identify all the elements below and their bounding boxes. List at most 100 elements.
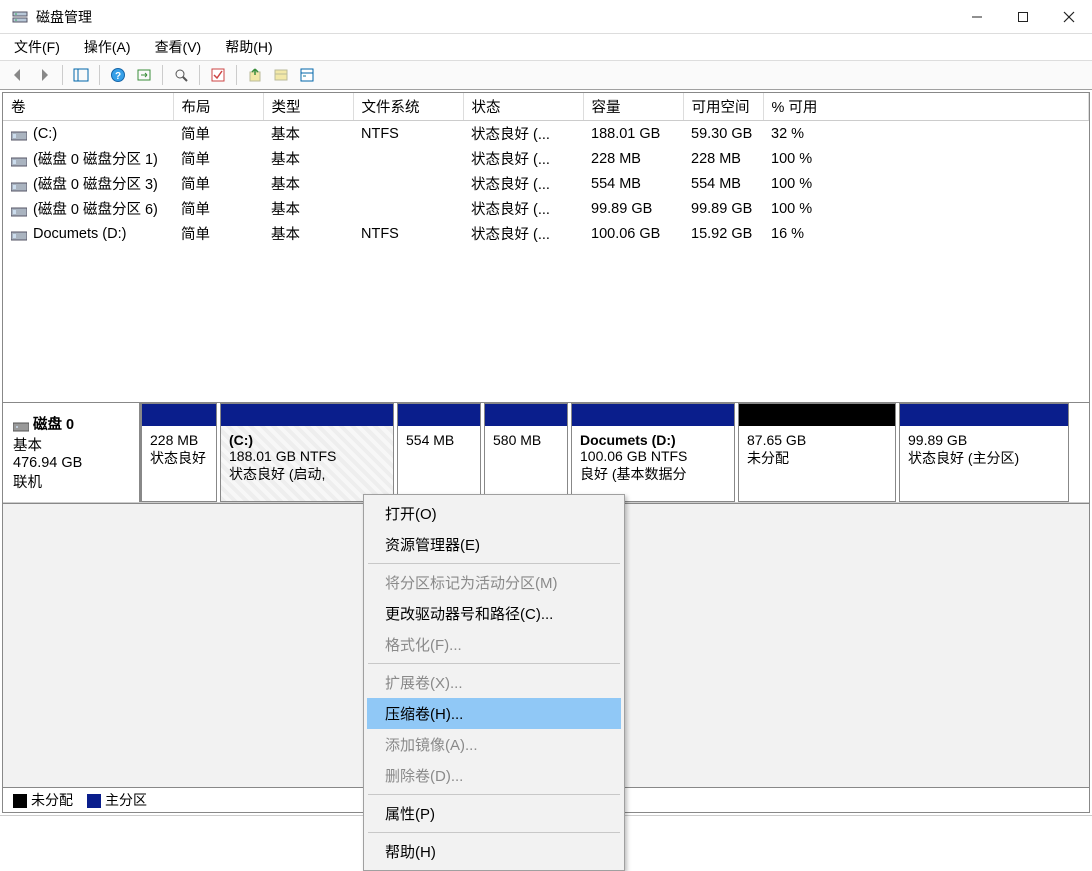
- menu-file[interactable]: 文件(F): [8, 35, 66, 59]
- partition[interactable]: Documets (D:)100.06 GB NTFS良好 (基本数据分: [571, 403, 735, 502]
- partition[interactable]: 87.65 GB未分配: [738, 403, 896, 502]
- show-tree-button[interactable]: [69, 63, 93, 87]
- cell: 状态良好 (...: [463, 146, 583, 171]
- cell: 基本: [263, 146, 353, 171]
- col-header-volume[interactable]: 卷: [3, 93, 173, 121]
- disk-map: 228 MB状态良好(C:)188.01 GB NTFS状态良好 (启动,554…: [141, 403, 1089, 502]
- cell: 99.89 GB: [683, 196, 763, 221]
- cell: 15.92 GB: [683, 221, 763, 246]
- disk-name: 磁盘 0: [33, 417, 74, 433]
- cell: 188.01 GB: [583, 121, 683, 147]
- ctx-extend: 扩展卷(X)...: [367, 667, 621, 698]
- rescan-disks-button[interactable]: [169, 63, 193, 87]
- cell: 554 MB: [683, 171, 763, 196]
- menu-action[interactable]: 操作(A): [78, 35, 137, 59]
- table-row[interactable]: (磁盘 0 磁盘分区 1)简单基本状态良好 (...228 MB228 MB10…: [3, 146, 1089, 171]
- partition[interactable]: (C:)188.01 GB NTFS状态良好 (启动,: [220, 403, 394, 502]
- partition[interactable]: 99.89 GB状态良好 (主分区): [899, 403, 1069, 502]
- cell: 100 %: [763, 146, 1089, 171]
- col-header-capacity[interactable]: 容量: [583, 93, 683, 121]
- ctx-delete: 删除卷(D)...: [367, 760, 621, 791]
- back-button[interactable]: [6, 63, 30, 87]
- partition-size: 99.89 GB: [908, 432, 1060, 448]
- col-header-layout[interactable]: 布局: [173, 93, 263, 121]
- ctx-change-letter[interactable]: 更改驱动器号和路径(C)...: [367, 598, 621, 629]
- cell: 32 %: [763, 121, 1089, 147]
- table-row[interactable]: Documets (D:)简单基本NTFS状态良好 (...100.06 GB1…: [3, 221, 1089, 246]
- partition-size: 228 MB: [150, 432, 208, 448]
- disk-list-button[interactable]: [269, 63, 293, 87]
- cell: 状态良好 (...: [463, 196, 583, 221]
- refresh-button[interactable]: [132, 63, 156, 87]
- partition-status: 状态良好 (启动,: [229, 464, 385, 484]
- ctx-mark-active: 将分区标记为活动分区(M): [367, 567, 621, 598]
- cell: 554 MB: [583, 171, 683, 196]
- partition-label: Documets (D:): [580, 432, 726, 448]
- ctx-format: 格式化(F)...: [367, 629, 621, 660]
- cell: NTFS: [353, 121, 463, 147]
- col-header-type[interactable]: 类型: [263, 93, 353, 121]
- col-header-pctfree[interactable]: % 可用: [763, 93, 1089, 121]
- cell: (磁盘 0 磁盘分区 6): [3, 196, 173, 221]
- close-button[interactable]: [1046, 0, 1092, 34]
- disk-type: 基本: [13, 438, 42, 454]
- partition-status: 状态良好 (主分区): [908, 448, 1060, 468]
- ctx-shrink[interactable]: 压缩卷(H)...: [367, 698, 621, 729]
- partition[interactable]: 580 MB: [484, 403, 568, 502]
- cell: NTFS: [353, 221, 463, 246]
- table-row[interactable]: (C:)简单基本NTFS状态良好 (...188.01 GB59.30 GB32…: [3, 121, 1089, 147]
- partition-size: 100.06 GB NTFS: [580, 448, 726, 464]
- partition[interactable]: 554 MB: [397, 403, 481, 502]
- cell: [353, 196, 463, 221]
- action-list-button[interactable]: [206, 63, 230, 87]
- table-row[interactable]: (磁盘 0 磁盘分区 6)简单基本状态良好 (...99.89 GB99.89 …: [3, 196, 1089, 221]
- cell: 基本: [263, 171, 353, 196]
- ctx-mirror: 添加镜像(A)...: [367, 729, 621, 760]
- properties-button[interactable]: [295, 63, 319, 87]
- menu-help[interactable]: 帮助(H): [219, 35, 278, 59]
- partition[interactable]: 228 MB状态良好: [141, 403, 217, 502]
- col-header-free[interactable]: 可用空间: [683, 93, 763, 121]
- cell: 基本: [263, 121, 353, 147]
- ctx-help[interactable]: 帮助(H): [367, 836, 621, 867]
- cell: 228 MB: [583, 146, 683, 171]
- volume-table[interactable]: 卷布局类型文件系统状态容量可用空间% 可用 (C:)简单基本NTFS状态良好 (…: [3, 93, 1089, 403]
- col-header-fs[interactable]: 文件系统: [353, 93, 463, 121]
- partition-label: (C:): [229, 432, 385, 448]
- ctx-properties[interactable]: 属性(P): [367, 798, 621, 829]
- table-row[interactable]: (磁盘 0 磁盘分区 3)简单基本状态良好 (...554 MB554 MB10…: [3, 171, 1089, 196]
- app-icon: [12, 9, 28, 25]
- cell: 简单: [173, 171, 263, 196]
- cell: 100 %: [763, 196, 1089, 221]
- help-button[interactable]: ?: [106, 63, 130, 87]
- context-menu: 打开(O) 资源管理器(E) 将分区标记为活动分区(M) 更改驱动器号和路径(C…: [363, 494, 625, 871]
- menu-view[interactable]: 查看(V): [149, 35, 208, 59]
- disk-size: 476.94 GB: [13, 455, 82, 471]
- partition-size: 87.65 GB: [747, 432, 887, 448]
- svg-text:?: ?: [115, 71, 121, 82]
- cell: 100.06 GB: [583, 221, 683, 246]
- cell: 简单: [173, 221, 263, 246]
- maximize-button[interactable]: [1000, 0, 1046, 34]
- partition-status: 状态良好: [150, 448, 208, 468]
- cell: 228 MB: [683, 146, 763, 171]
- ctx-explorer[interactable]: 资源管理器(E): [367, 529, 621, 560]
- minimize-button[interactable]: [954, 0, 1000, 34]
- cell: 16 %: [763, 221, 1089, 246]
- cell: (磁盘 0 磁盘分区 3): [3, 171, 173, 196]
- cell: 简单: [173, 196, 263, 221]
- cell: 状态良好 (...: [463, 221, 583, 246]
- toolbar: ?: [0, 60, 1092, 90]
- forward-button[interactable]: [32, 63, 56, 87]
- window-title: 磁盘管理: [36, 7, 92, 27]
- disk-info[interactable]: 磁盘 0 基本 476.94 GB 联机: [3, 403, 141, 502]
- cell: Documets (D:): [3, 221, 173, 246]
- col-header-status[interactable]: 状态: [463, 93, 583, 121]
- ctx-open[interactable]: 打开(O): [367, 498, 621, 529]
- cell: 基本: [263, 221, 353, 246]
- cell: 简单: [173, 121, 263, 147]
- cell: 100 %: [763, 171, 1089, 196]
- disk-state: 联机: [13, 475, 42, 491]
- cell: 基本: [263, 196, 353, 221]
- export-button[interactable]: [243, 63, 267, 87]
